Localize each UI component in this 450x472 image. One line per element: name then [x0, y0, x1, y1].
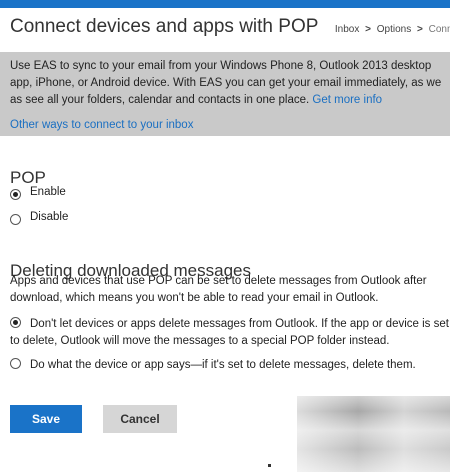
- pop-enable-option[interactable]: Enable: [10, 186, 66, 200]
- breadcrumb-current: Connect de: [428, 24, 450, 35]
- breadcrumb-options[interactable]: Options: [377, 24, 411, 35]
- radio-unchecked-icon[interactable]: [10, 214, 21, 225]
- radio-unchecked-icon[interactable]: [10, 358, 21, 369]
- radio-checked-icon[interactable]: [10, 317, 21, 328]
- top-accent-bar: [0, 0, 450, 8]
- get-more-info-link[interactable]: Get more info: [312, 94, 382, 106]
- delete-option-keep-label: Don't let devices or apps delete message…: [10, 318, 449, 347]
- eas-info-line-3: as see all your folders, calendar and co…: [10, 92, 450, 109]
- pop-disable-option[interactable]: Disable: [10, 211, 68, 225]
- pop-enable-label: Enable: [30, 186, 66, 198]
- other-ways-link[interactable]: Other ways to connect to your inbox: [10, 119, 193, 131]
- page-header: Connect devices and apps with POP Inbox …: [10, 16, 450, 38]
- breadcrumb-separator: >: [365, 24, 371, 35]
- eas-info-line: app, iPhone, or Android device. With EAS…: [10, 77, 442, 89]
- cancel-button[interactable]: Cancel: [103, 405, 177, 433]
- deleting-description: Apps and devices that use POP can be set…: [10, 275, 427, 304]
- page-title: Connect devices and apps with POP: [10, 16, 319, 37]
- eas-info-line: Use EAS to sync to your email from your …: [10, 60, 432, 72]
- blurred-overlay: [297, 396, 450, 472]
- delete-option-follow-label: Do what the device or app says—if it's s…: [30, 359, 416, 371]
- eas-info-line: as see all your folders, calendar and co…: [10, 94, 310, 106]
- breadcrumb-separator: >: [416, 24, 423, 35]
- delete-option-follow-device[interactable]: Do what the device or app says—if it's s…: [10, 357, 450, 374]
- radio-checked-icon[interactable]: [10, 189, 21, 200]
- delete-option-keep[interactable]: Don't let devices or apps delete message…: [10, 316, 450, 350]
- breadcrumb: Inbox > Options > Connect de: [335, 24, 450, 35]
- eas-info-text: Use EAS to sync to your email from your …: [10, 58, 450, 109]
- pop-disable-label: Disable: [30, 211, 69, 223]
- save-button[interactable]: Save: [10, 405, 82, 433]
- breadcrumb-inbox[interactable]: Inbox: [335, 24, 359, 35]
- cursor-dot: [268, 464, 271, 467]
